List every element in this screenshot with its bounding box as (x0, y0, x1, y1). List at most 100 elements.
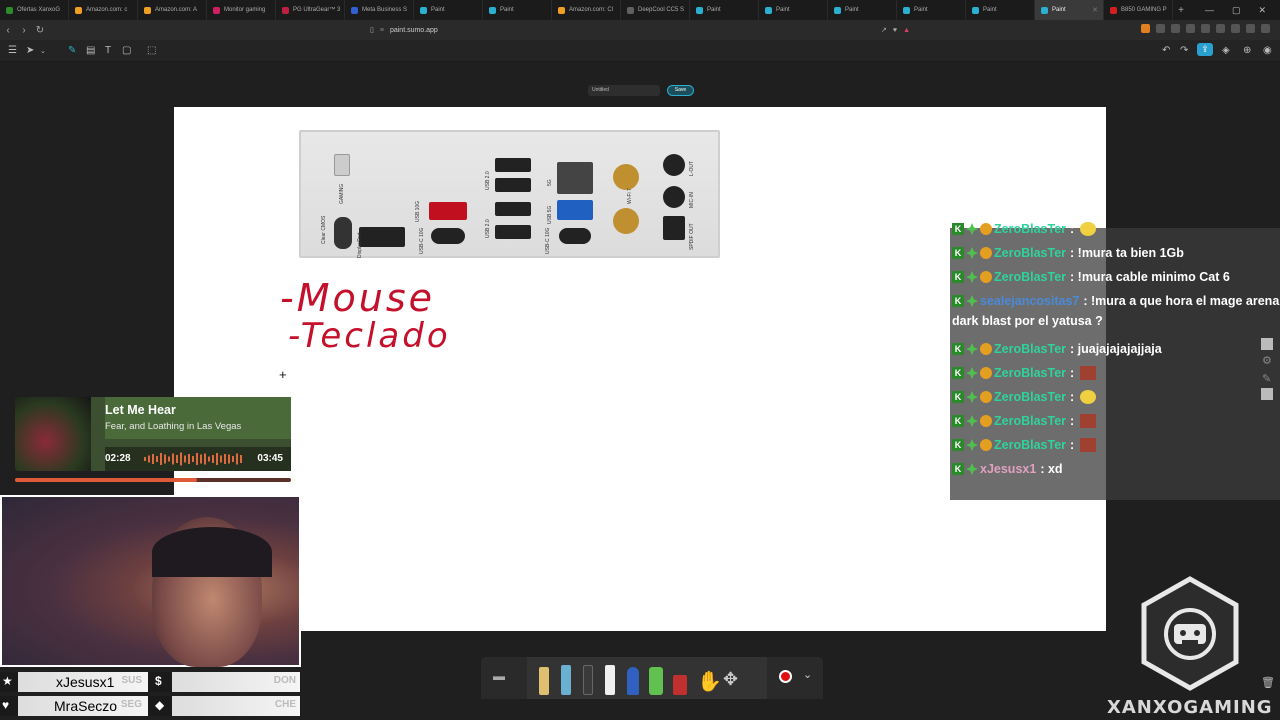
fountain-pen-tool-icon[interactable] (627, 667, 639, 695)
browser-tab[interactable]: Paint (828, 0, 897, 20)
browser-tab[interactable]: Paint (414, 0, 483, 20)
trash-icon[interactable]: 🗑 (1261, 676, 1275, 689)
image-tool-icon[interactable]: ▤ (86, 45, 95, 56)
extension-icon[interactable] (1141, 24, 1150, 33)
highlighter-tool-icon[interactable] (605, 665, 615, 695)
hand-tool-icon[interactable]: ✋ (697, 669, 722, 694)
chat-username[interactable]: xJesusx1 (980, 462, 1036, 476)
browser-tab[interactable]: Amazon.com: A (138, 0, 207, 20)
chevron-down-icon[interactable]: ⌄ (803, 668, 812, 681)
crop-tool-icon[interactable]: ⬚ (147, 45, 156, 56)
spray-tool-icon[interactable] (649, 667, 663, 695)
address-bar[interactable]: ▯ ≡ paint.sumo.app ↗ ♥ ▲ (370, 23, 910, 37)
chat-message: Ksealejancositas7: !mura a que hora el m… (950, 290, 1279, 312)
account-icon[interactable]: ◉ (1263, 45, 1272, 56)
browser-tab[interactable]: B850 GAMING P (1104, 0, 1173, 20)
browser-tab[interactable]: Paint (966, 0, 1035, 20)
folder-icon[interactable]: ▬ (493, 669, 505, 683)
close-window-icon[interactable]: ✕ (1258, 5, 1266, 16)
maximize-icon[interactable]: ▢ (1232, 5, 1241, 16)
kick-badge-icon: K (952, 415, 964, 427)
browser-tab[interactable]: Ofertas XanxoG (0, 0, 69, 20)
audio-jack (663, 154, 685, 176)
shape-tool-icon[interactable]: ▢ (122, 45, 131, 56)
select-tool-icon[interactable]: ➤ (26, 45, 34, 56)
browser-tab[interactable]: Monitor gaming (207, 0, 276, 20)
chat-username[interactable]: ZeroBlasTer (994, 270, 1066, 284)
extension-icon[interactable] (1231, 24, 1240, 33)
waveform-visualizer (144, 452, 242, 466)
extension-icon[interactable] (1171, 24, 1180, 33)
share-icon[interactable]: ↗ (881, 26, 887, 34)
chat-username[interactable]: ZeroBlasTer (994, 438, 1066, 452)
tab-favicon-icon (765, 6, 772, 14)
browser-tab[interactable]: Amazon.com: c (69, 0, 138, 20)
gear-icon[interactable]: ⚙ (1262, 354, 1272, 367)
redo-icon[interactable]: ↷ (1180, 45, 1188, 56)
browser-tab[interactable]: PG UltraGear™ 3 (276, 0, 345, 20)
reload-icon[interactable]: ↻ (32, 25, 48, 36)
chat-username[interactable]: ZeroBlasTer (994, 390, 1066, 404)
marker-tool-icon[interactable] (583, 665, 593, 695)
site-info-icon[interactable]: ≡ (380, 27, 384, 34)
browser-tab[interactable]: Paint (690, 0, 759, 20)
add-icon[interactable]: ⊕ (1243, 45, 1251, 56)
chevron-down-icon[interactable]: ⌄ (40, 47, 46, 55)
chat-username[interactable]: ZeroBlasTer (994, 366, 1066, 380)
eraser-tool-icon[interactable] (673, 675, 687, 695)
export-icon[interactable]: ⇪ (1197, 43, 1213, 56)
tab-label: DeepCool CC5 S (638, 7, 685, 13)
extension-icon[interactable] (1216, 24, 1225, 33)
kick-badge-icon: K (952, 247, 964, 259)
browser-tab[interactable]: Paint ✕ (1035, 0, 1104, 20)
square-icon[interactable] (1261, 388, 1273, 400)
shield-icon[interactable]: ♥ (893, 27, 897, 34)
name-plate: CHE (172, 696, 300, 716)
lasso-tool-icon[interactable]: ✥ (723, 669, 738, 690)
text-tool-icon[interactable]: T (105, 45, 111, 56)
browser-tab[interactable]: Amazon.com: Cl (552, 0, 621, 20)
brush-tool-icon[interactable]: ✎ (68, 45, 76, 56)
square-icon[interactable] (1261, 338, 1273, 350)
browser-tab[interactable]: Paint (897, 0, 966, 20)
chat-message: K ZeroBlasTer: (950, 434, 1097, 456)
pen-icon[interactable]: ✎ (1262, 372, 1271, 385)
layers-icon[interactable]: ◈ (1222, 45, 1230, 56)
chat-username[interactable]: ZeroBlasTer (994, 246, 1066, 260)
extension-icon[interactable] (1156, 24, 1165, 33)
sidebar-icon[interactable] (1201, 24, 1210, 33)
chat-username[interactable]: ZeroBlasTer (994, 342, 1066, 356)
overlay-right-tag-1: DON (273, 675, 296, 686)
chat-text: : (1070, 366, 1075, 380)
total-duration: 03:45 (257, 453, 283, 464)
browser-tab[interactable]: DeepCool CC5 S (621, 0, 690, 20)
handwriting-line-2: -Teclado (288, 316, 451, 356)
hamburger-menu-icon[interactable]: ☰ (8, 45, 17, 56)
extension-icon[interactable] (1246, 24, 1255, 33)
undo-icon[interactable]: ↶ (1162, 45, 1170, 56)
browser-tab[interactable]: Paint (483, 0, 552, 20)
chat-username[interactable]: sealejancositas7 (980, 294, 1079, 308)
pen-tool-icon[interactable] (561, 665, 571, 695)
color-picker-icon[interactable] (779, 670, 792, 683)
back-icon[interactable]: ‹ (0, 25, 16, 36)
extension-icons (1141, 24, 1270, 33)
menu-icon[interactable] (1261, 24, 1270, 33)
pencil-tool-icon[interactable] (539, 667, 549, 695)
save-button[interactable]: Save (667, 85, 694, 96)
browser-tab[interactable]: Meta Business S (345, 0, 414, 20)
displayport-label: DisplayPort (357, 232, 363, 258)
document-name-input[interactable]: Untitled (588, 85, 660, 96)
warning-icon[interactable]: ▲ (903, 27, 910, 34)
tab-label: Paint (914, 7, 928, 13)
new-tab-button[interactable]: + (1173, 5, 1189, 16)
close-tab-icon[interactable]: ✕ (1092, 6, 1098, 14)
bookmark-icon[interactable]: ▯ (370, 26, 374, 34)
extension-icon[interactable] (1186, 24, 1195, 33)
tab-favicon-icon (6, 6, 13, 14)
chat-username[interactable]: ZeroBlasTer (994, 414, 1066, 428)
browser-tab[interactable]: Paint (759, 0, 828, 20)
chat-username[interactable]: ZeroBlasTer (994, 222, 1066, 236)
minimize-icon[interactable]: — (1205, 5, 1214, 16)
forward-icon[interactable]: › (16, 25, 32, 36)
